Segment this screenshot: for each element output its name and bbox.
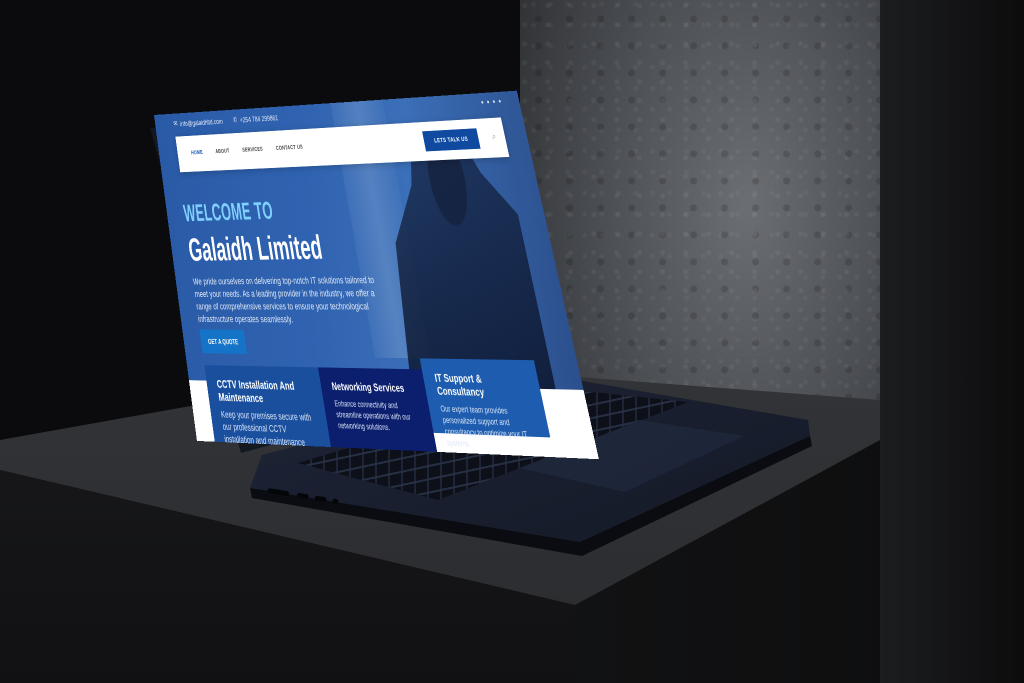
phone-text: +254 784 299861 — [239, 113, 279, 124]
service-title: Networking Services — [330, 380, 406, 395]
facebook-icon[interactable]: ● — [480, 100, 484, 106]
wall-edge — [880, 0, 1024, 683]
get-quote-button[interactable]: GET A QUOTE — [199, 329, 247, 354]
welcome-heading: WELCOME TO — [181, 197, 275, 227]
social-links: ● ● ● ● — [480, 99, 501, 106]
service-card-cctv[interactable]: CCTV Installation And Maintenance Keep y… — [204, 365, 333, 459]
nav-about[interactable]: ABOUT — [215, 149, 230, 155]
twitter-icon[interactable]: ● — [486, 99, 490, 105]
nav-services[interactable]: SERVICES — [242, 147, 263, 154]
nav-home[interactable]: HOME — [191, 150, 203, 156]
search-icon[interactable]: ⌕ — [491, 132, 497, 143]
hero-description: We pride ourselves on delivering top-not… — [192, 275, 376, 326]
service-text: Enhance connectivity and streamline oper… — [333, 399, 412, 433]
service-card-it-support[interactable]: IT Support & Consultancy Our expert team… — [419, 358, 551, 449]
service-card-networking[interactable]: Networking Services Enhance connectivity… — [318, 367, 438, 452]
hero-section: ✉ info@galaidhltd.com ✆ +254 784 299861 … — [154, 90, 584, 390]
mail-icon: ✉ — [173, 119, 178, 128]
usb-c-port — [296, 492, 310, 500]
instagram-icon[interactable]: ● — [498, 99, 502, 105]
usb-port — [266, 487, 290, 497]
service-text: Our expert team provides personalized su… — [439, 404, 529, 449]
lets-talk-button[interactable]: LETS TALK US — [422, 128, 481, 152]
phone-info[interactable]: ✆ +254 784 299861 — [232, 113, 278, 124]
nav-links: HOME ABOUT SERVICES CONTACT US — [191, 145, 304, 156]
linkedin-icon[interactable]: ● — [492, 99, 496, 105]
nav-contact[interactable]: CONTACT US — [276, 145, 304, 152]
company-name: Galaidh Limited — [186, 229, 325, 269]
usb-c-port — [314, 495, 327, 503]
email-text: info@galaidhltd.com — [179, 117, 224, 128]
headphone-jack — [332, 498, 339, 505]
email-info[interactable]: ✉ info@galaidhltd.com — [173, 117, 223, 129]
service-title: IT Support & Consultancy — [433, 371, 486, 399]
phone-icon: ✆ — [232, 115, 238, 124]
service-title: CCTV Installation And Maintenance — [215, 377, 296, 405]
